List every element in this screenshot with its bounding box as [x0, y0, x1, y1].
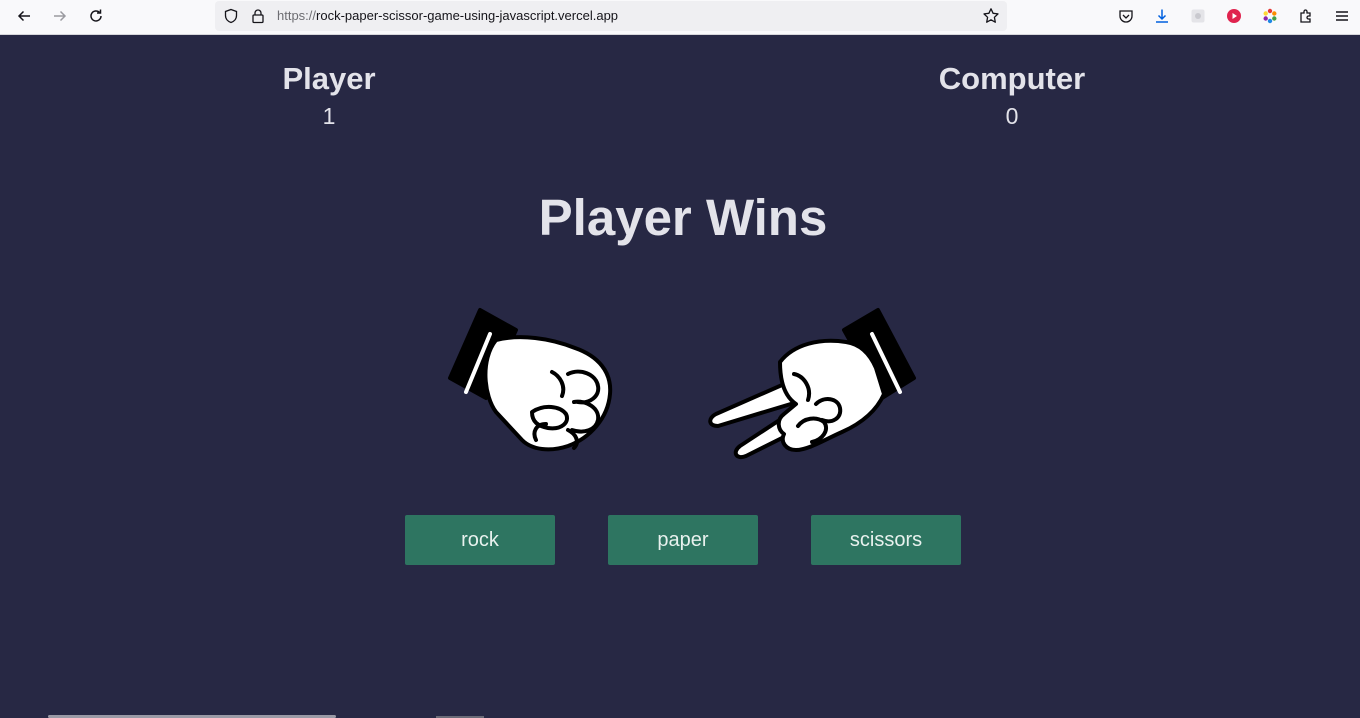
scissors-button[interactable]: scissors — [811, 515, 961, 565]
paper-button[interactable]: paper — [608, 515, 758, 565]
player-score: 1 — [322, 103, 336, 129]
pocket-icon[interactable] — [1112, 4, 1140, 28]
shield-icon[interactable] — [217, 4, 245, 28]
reload-icon[interactable] — [82, 4, 110, 28]
url-text: https://rock-paper-scissor-game-using-ja… — [277, 8, 618, 23]
lock-icon[interactable] — [244, 4, 272, 28]
computer-scissors-hand-icon — [700, 300, 925, 470]
browser-toolbar: https://rock-paper-scissor-game-using-ja… — [0, 0, 1360, 35]
star-icon[interactable] — [977, 4, 1005, 28]
menu-icon[interactable] — [1328, 4, 1356, 28]
url-host: rock-paper-scissor-game-using-javascript… — [316, 8, 619, 23]
rock-button[interactable]: rock — [405, 515, 555, 565]
back-arrow-icon[interactable] — [10, 4, 38, 28]
player-score-panel: Player 1 — [229, 60, 429, 131]
computer-score-panel: Computer 0 — [912, 60, 1112, 131]
extensions-puzzle-icon[interactable] — [1292, 4, 1320, 28]
player-rock-hand-icon — [440, 300, 620, 470]
url-bar[interactable]: https://rock-paper-scissor-game-using-ja… — [215, 1, 1007, 31]
extension-grid-icon[interactable] — [1184, 4, 1212, 28]
download-icon[interactable] — [1148, 4, 1176, 28]
color-wheel-icon[interactable] — [1256, 4, 1284, 28]
computer-score: 0 — [1005, 103, 1019, 129]
player-label: Player — [282, 61, 376, 96]
forward-arrow-icon[interactable] — [46, 4, 74, 28]
result-text: Player Wins — [538, 189, 828, 246]
computer-label: Computer — [938, 61, 1086, 96]
record-icon[interactable] — [1220, 4, 1248, 28]
url-scheme: https:// — [277, 8, 317, 23]
